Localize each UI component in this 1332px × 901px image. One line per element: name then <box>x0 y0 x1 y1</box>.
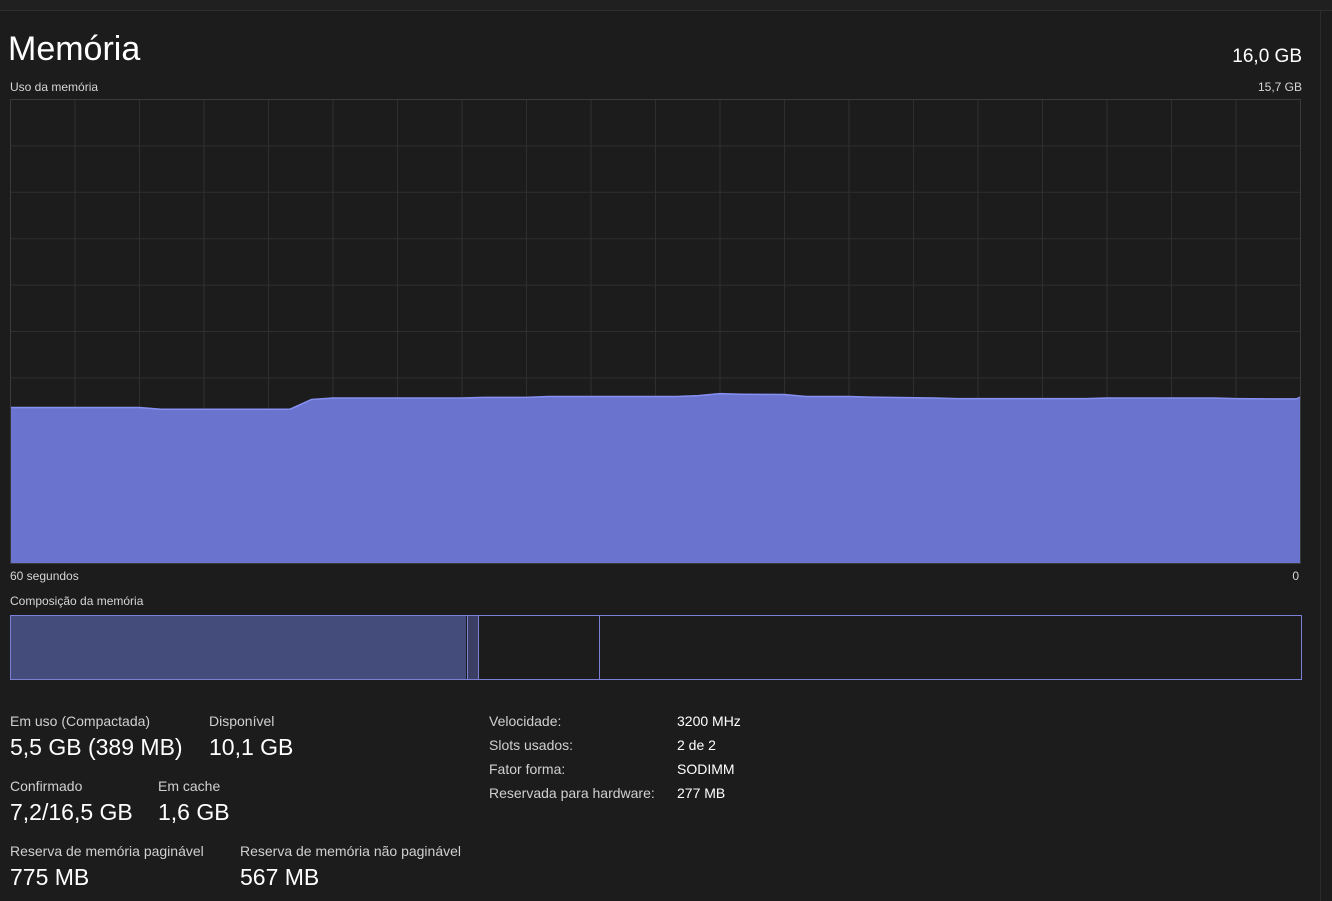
stat-available-label: Disponível <box>209 713 275 729</box>
stat-paged-pool-label: Reserva de memória paginável <box>10 843 204 859</box>
spec-slots-value: 2 de 2 <box>677 737 716 753</box>
memory-usage-chart <box>10 99 1301 564</box>
composition-label: Composição da memória <box>10 594 144 608</box>
spec-slots-label: Slots usados: <box>489 737 574 753</box>
panel-divider <box>1320 10 1321 901</box>
composition-standby-segment[interactable] <box>477 616 600 679</box>
stat-cached-value: 1,6 GB <box>158 799 230 825</box>
spec-form-factor-label: Fator forma: <box>489 761 566 777</box>
stat-cached-label: Em cache <box>158 778 221 794</box>
stat-in-use-label: Em uso (Compactada) <box>10 713 151 729</box>
composition-in-use-segment[interactable] <box>11 616 466 679</box>
stat-available: Disponível 10,1 GB <box>209 713 293 761</box>
stat-paged-pool-value: 775 MB <box>10 864 90 890</box>
stat-nonpaged-pool-value: 567 MB <box>240 864 320 890</box>
chart-time-end-label: 0 <box>1292 569 1299 583</box>
spec-hardware-reserved-label: Reservada para hardware: <box>489 785 655 801</box>
memory-composition-bar[interactable] <box>10 615 1302 680</box>
spec-speed-value: 3200 MHz <box>677 713 741 729</box>
total-memory: 16,0 GB <box>1232 46 1302 67</box>
spec-speed-label: Velocidade: <box>489 713 562 729</box>
composition-free-segment[interactable] <box>600 616 1301 679</box>
usage-chart-max-label: 15,7 GB <box>1257 80 1302 94</box>
page-title: Memória <box>8 30 141 68</box>
title-bar-strip <box>0 0 1332 11</box>
stat-nonpaged-pool: Reserva de memória não paginável 567 MB <box>240 843 461 891</box>
stat-committed-label: Confirmado <box>10 778 83 794</box>
chart-time-start-label: 60 segundos <box>10 569 79 583</box>
stat-in-use: Em uso (Compactada) 5,5 GB (389 MB) <box>10 713 183 761</box>
spec-hardware-reserved-value: 277 MB <box>677 785 726 801</box>
stat-available-value: 10,1 GB <box>209 734 294 760</box>
stat-cached: Em cache 1,6 GB <box>158 778 230 826</box>
usage-chart-label: Uso da memória <box>10 80 99 94</box>
stat-paged-pool: Reserva de memória paginável 775 MB <box>10 843 204 891</box>
stat-committed-value: 7,2/16,5 GB <box>10 799 133 825</box>
stat-in-use-value: 5,5 GB (389 MB) <box>10 734 183 760</box>
spec-form-factor-value: SODIMM <box>677 761 735 777</box>
stat-nonpaged-pool-label: Reserva de memória não paginável <box>240 843 462 859</box>
usage-area <box>10 393 1301 564</box>
stat-committed: Confirmado 7,2/16,5 GB <box>10 778 133 826</box>
